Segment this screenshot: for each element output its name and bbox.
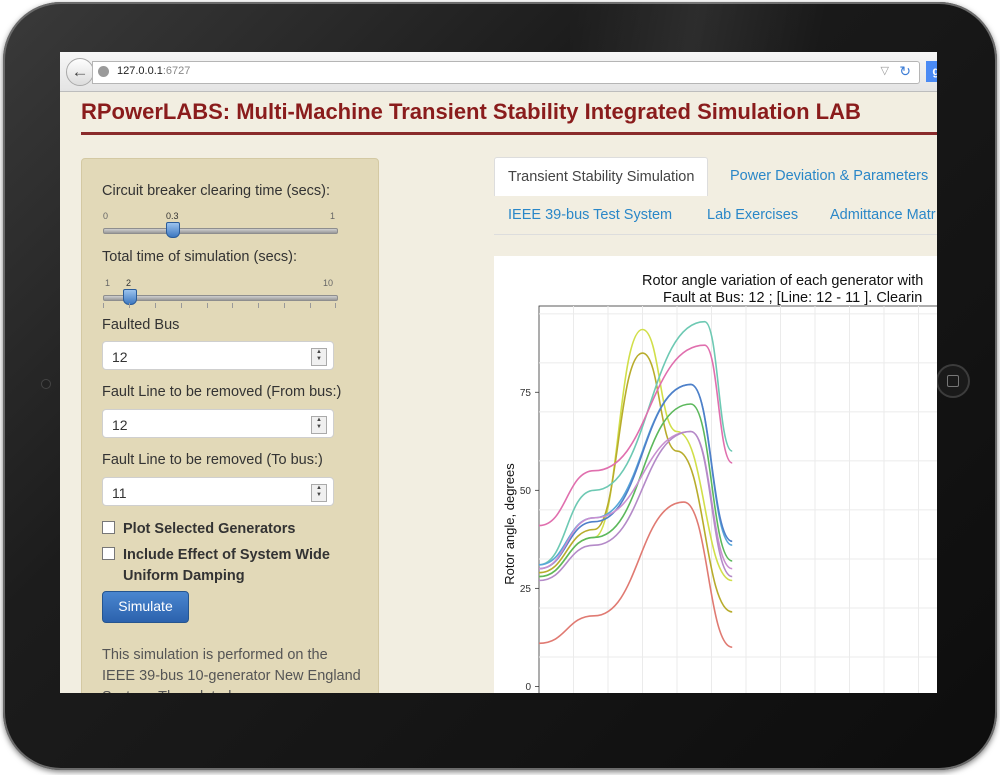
damping-checkbox[interactable] — [102, 547, 115, 560]
slider-tick — [181, 303, 182, 308]
home-button[interactable] — [936, 364, 970, 398]
y-tick-label: 50 — [520, 486, 532, 497]
y-tick-label: 75 — [520, 388, 532, 399]
page-title: RPowerLABS: Multi-Machine Transient Stab… — [81, 99, 861, 124]
y-axis-label: Rotor angle, degrees — [502, 463, 517, 585]
address-bar[interactable]: 127.0.0.1:6727 ▽ ↻ — [92, 61, 920, 84]
slider-value-label: 0.3 — [166, 211, 179, 221]
tab-admittance-matrix[interactable]: Admittance Matr — [830, 207, 936, 223]
slider-tick — [335, 303, 336, 308]
faulted-bus-value: 12 — [112, 349, 128, 365]
sim-time-label: Total time of simulation (secs): — [102, 249, 298, 265]
slider-max-label: 1 — [330, 211, 336, 221]
slider-tick — [155, 303, 156, 308]
slider-tick — [207, 303, 208, 308]
to-bus-value: 11 — [112, 485, 127, 501]
plot-area — [538, 305, 937, 693]
title-underline — [81, 132, 937, 135]
faulted-bus-input[interactable]: 12 ▲ ▼ — [102, 341, 334, 370]
sidebar-panel: Circuit breaker clearing time (secs): 0 … — [81, 158, 379, 693]
from-bus-input[interactable]: 12 ▲ ▼ — [102, 409, 334, 438]
reload-icon[interactable]: ↻ — [899, 63, 911, 80]
plot-panel: Rotor angle variation of each generator … — [494, 256, 937, 693]
spinner-icon[interactable]: ▲ ▼ — [311, 416, 327, 434]
spinner-icon[interactable]: ▲ ▼ — [311, 348, 327, 366]
slider-tick — [310, 303, 311, 308]
tab-lab-exercises[interactable]: Lab Exercises — [707, 207, 798, 223]
slider-max-label: 10 — [323, 278, 334, 288]
faulted-bus-label: Faulted Bus — [102, 317, 180, 333]
y-tick-label: 25 — [520, 584, 532, 595]
slider-handle[interactable] — [123, 289, 137, 305]
plot-selected-label: Plot Selected Generators — [123, 521, 296, 537]
screen: ← 127.0.0.1:6727 ▽ ↻ g RPowerLABS: Multi… — [60, 52, 937, 693]
url-text: 127.0.0.1:6727 — [117, 65, 191, 77]
back-arrow-icon[interactable]: ← — [66, 58, 94, 86]
tab-transient-stability[interactable]: Transient Stability Simulation — [494, 157, 709, 196]
plot-selected-checkbox[interactable] — [102, 521, 115, 534]
slider-tick — [258, 303, 259, 308]
tab-power-deviation[interactable]: Power Deviation & Parameters — [730, 168, 928, 184]
to-bus-label: Fault Line to be removed (To bus:) — [102, 452, 323, 468]
tab-ieee-39-bus[interactable]: IEEE 39-bus Test System — [508, 207, 672, 223]
from-bus-label: Fault Line to be removed (From bus:) — [102, 384, 342, 400]
simulate-button[interactable]: Simulate — [102, 591, 189, 623]
to-bus-input[interactable]: 11 ▲ ▼ — [102, 477, 334, 506]
tab-divider — [494, 234, 937, 235]
slider-tick — [284, 303, 285, 308]
clearing-time-label: Circuit breaker clearing time (secs): — [102, 183, 331, 199]
spinner-icon[interactable]: ▲ ▼ — [311, 484, 327, 502]
slider-tick — [103, 303, 104, 308]
slider-tick — [129, 303, 130, 308]
slider-track[interactable] — [103, 228, 338, 234]
from-bus-value: 12 — [112, 417, 128, 433]
slider-min-label: 1 — [105, 278, 111, 288]
tab-bar: Transient Stability Simulation Power Dev… — [494, 157, 937, 235]
google-search-icon[interactable]: g — [926, 61, 937, 82]
slider-handle[interactable] — [166, 222, 180, 238]
browser-toolbar: ← 127.0.0.1:6727 ▽ ↻ g — [60, 52, 937, 92]
globe-icon — [98, 66, 109, 77]
description-text: This simulation is performed on the IEEE… — [102, 647, 361, 693]
slider-track[interactable] — [103, 295, 338, 301]
slider-tick — [232, 303, 233, 308]
dropdown-icon[interactable]: ▽ — [881, 64, 889, 77]
damping-label: Include Effect of System Wide Uniform Da… — [123, 547, 330, 584]
slider-value-label: 2 — [126, 278, 132, 288]
rotor-angle-chart: 0 25 50 75 Rotor angle, degrees — [502, 305, 937, 693]
camera-icon — [42, 380, 50, 388]
slider-min-label: 0 — [103, 211, 109, 221]
y-tick-label: 0 — [525, 682, 531, 693]
